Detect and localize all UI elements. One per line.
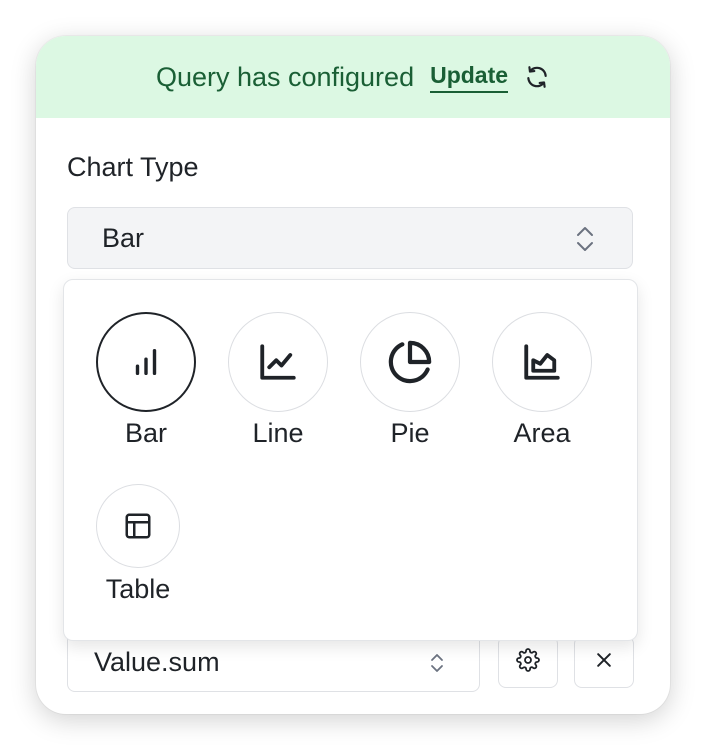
chart-option-table[interactable]: Table — [78, 484, 198, 605]
chevron-updown-icon — [429, 651, 445, 675]
value-field-selected: Value.sum — [94, 646, 220, 677]
chart-option-bar[interactable]: Bar — [86, 312, 206, 449]
table-icon — [96, 484, 180, 568]
pie-chart-icon — [360, 312, 460, 412]
gear-icon — [516, 647, 540, 677]
chevron-updown-icon — [574, 224, 596, 254]
chart-config-panel: Query has configured Update Chart Type B… — [36, 36, 670, 714]
refresh-icon[interactable] — [524, 64, 550, 90]
field-settings-button[interactable] — [498, 636, 558, 688]
bar-chart-icon — [96, 312, 196, 412]
chart-option-area[interactable]: Area — [482, 312, 602, 449]
remove-field-button[interactable] — [574, 636, 634, 688]
chart-option-label: Table — [105, 574, 171, 604]
chart-option-label: Bar — [124, 418, 168, 448]
value-field-select[interactable]: Value.sum — [67, 632, 480, 692]
area-chart-icon — [492, 312, 592, 412]
chart-option-line[interactable]: Line — [218, 312, 338, 449]
chart-option-label: Pie — [390, 418, 430, 448]
chart-type-label: Chart Type — [67, 152, 199, 182]
update-button[interactable]: Update — [430, 62, 509, 93]
chart-type-dropdown: Bar Line Pie Area Table — [63, 279, 638, 641]
chart-type-selected-value: Bar — [102, 222, 145, 253]
banner-message: Query has configured — [155, 61, 415, 92]
query-status-banner: Query has configured Update — [36, 36, 670, 118]
line-chart-icon — [228, 312, 328, 412]
chart-option-pie[interactable]: Pie — [350, 312, 470, 449]
chart-option-label: Line — [252, 418, 304, 448]
chart-type-select[interactable]: Bar — [67, 207, 633, 269]
chart-option-label: Area — [513, 418, 571, 448]
close-icon — [594, 650, 614, 675]
